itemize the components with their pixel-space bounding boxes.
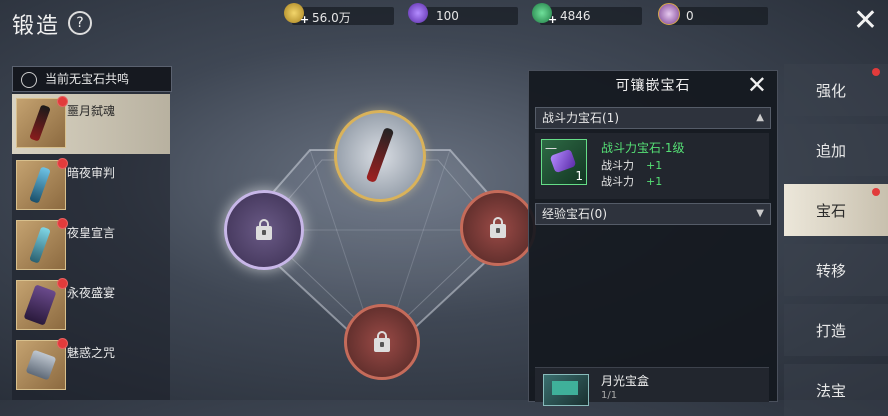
panel-title: 可镶嵌宝石: [615, 78, 691, 94]
stat-value: +1: [646, 175, 663, 188]
tab-transfer[interactable]: 转移: [784, 244, 888, 296]
category-combat-gems[interactable]: 战斗力宝石(1) ▲: [535, 107, 771, 129]
inlayable-gems-panel: 可镶嵌宝石 ✕ 战斗力宝石(1) ▲ 一 1 战斗力宝石·1级 战斗力 +1 战斗…: [528, 70, 778, 406]
tab-label: 强化: [816, 82, 847, 100]
box-count: 1/1: [601, 390, 618, 401]
weapon-icon: [365, 126, 395, 184]
tab-label: 打造: [816, 322, 847, 340]
category-exp-gems[interactable]: 经验宝石(0) ▼: [535, 203, 771, 225]
treasure-box-icon: [543, 374, 589, 406]
category-label: 经验宝石(0): [542, 207, 607, 221]
close-icon[interactable]: ✕: [747, 71, 767, 99]
expand-arrow-icon: ▼: [756, 208, 764, 219]
stat-value: +1: [646, 159, 663, 172]
equipped-weapon-slot[interactable]: [334, 110, 426, 202]
category-label: 战斗力宝石(1): [542, 111, 619, 125]
gem-icon: 一 1: [541, 139, 587, 185]
tab-append[interactable]: 追加: [784, 124, 888, 176]
box-name: 月光宝盒: [601, 374, 650, 388]
tab-enhance[interactable]: 强化: [784, 64, 888, 116]
lock-icon: [490, 217, 506, 238]
moonlight-box-item[interactable]: 月光宝盒 1/1: [535, 367, 769, 406]
gem-count: 1: [575, 169, 583, 183]
gem-item-card[interactable]: 一 1 战斗力宝石·1级 战斗力 +1 战斗力 +1: [535, 133, 769, 199]
tab-label: 追加: [816, 142, 847, 160]
lock-icon: [374, 331, 390, 352]
tab-label: 宝石: [816, 202, 847, 220]
tab-treasure[interactable]: 法宝: [784, 364, 888, 416]
lock-icon: [256, 219, 272, 240]
stat-label: 战斗力: [601, 175, 634, 188]
notification-dot: [872, 188, 880, 196]
tab-craft[interactable]: 打造: [784, 304, 888, 356]
stat-label: 战斗力: [601, 159, 634, 172]
gem-stat: 战斗力 +1: [601, 157, 662, 173]
collapse-arrow-icon: ▲: [756, 112, 764, 123]
gem-name: 战斗力宝石·1级: [601, 141, 685, 155]
tab-label: 法宝: [816, 382, 847, 400]
gem-stat: 战斗力 +1: [601, 173, 662, 189]
gem-slot-right[interactable]: [460, 190, 536, 266]
forge-tabs: 强化 追加 宝石 转移 打造 法宝: [784, 64, 888, 416]
tab-label: 转移: [816, 262, 847, 280]
tab-gem[interactable]: 宝石: [784, 184, 888, 236]
gem-slot-bottom[interactable]: [344, 304, 420, 380]
notification-dot: [872, 68, 880, 76]
gem-slot-left[interactable]: [224, 190, 304, 270]
